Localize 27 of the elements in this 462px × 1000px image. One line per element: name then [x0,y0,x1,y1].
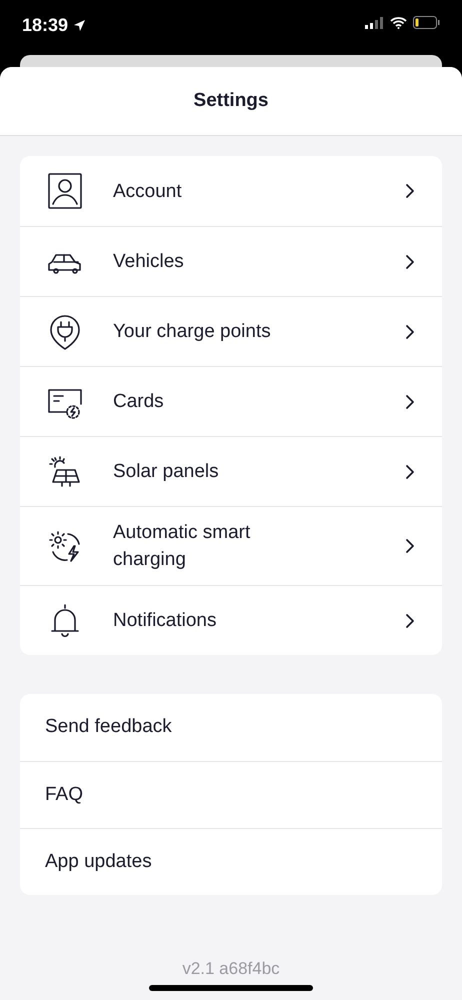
status-time: 18:39 [22,16,68,34]
chevron-icon [405,612,415,628]
link-item[interactable]: FAQ [20,761,442,828]
menu-item[interactable]: Solar panels [20,436,442,506]
chevron-icon [405,254,415,270]
link-item[interactable]: App updates [20,828,442,895]
page-title: Settings [194,88,268,113]
version-label: v2.1 a68f4bc [182,958,280,980]
chevron-icon [405,464,415,480]
link-item[interactable]: Send feedback [20,694,442,761]
menu-item[interactable]: Automatic smart charging [20,506,442,585]
solar-panel-icon [47,454,83,490]
menu-item[interactable]: Account [20,156,442,226]
person-icon [47,173,83,209]
menu-item[interactable]: Vehicles [20,226,442,296]
chevron-icon [405,538,415,554]
battery-icon [413,16,440,29]
menu-item[interactable]: Notifications [20,585,442,655]
plug-icon [47,314,83,350]
menu-item[interactable]: Cards [20,366,442,436]
wifi-icon [390,16,407,28]
chevron-icon [405,394,415,410]
menu-item[interactable]: Your charge points [20,296,442,366]
chevron-icon [405,183,415,199]
signal-icon [365,16,384,28]
location-arrow-icon [73,18,86,32]
chevron-icon [405,324,415,340]
